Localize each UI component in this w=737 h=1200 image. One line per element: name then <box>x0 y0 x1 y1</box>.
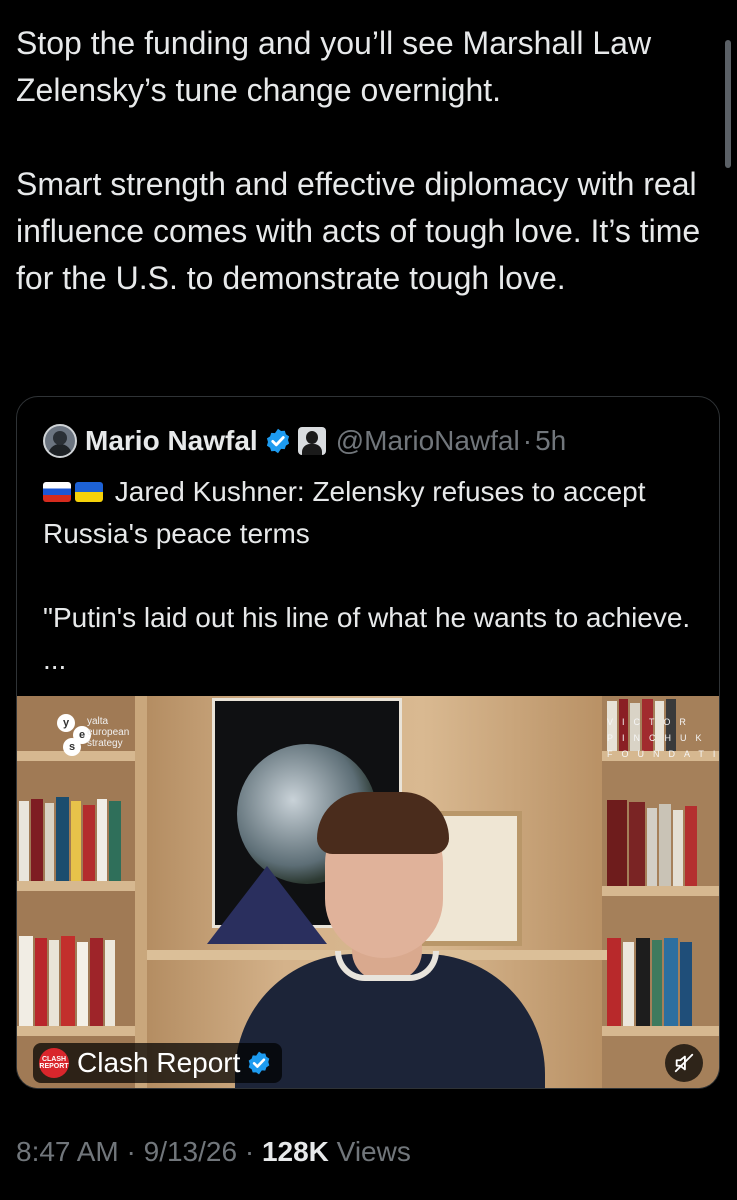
clash-report-logo-icon: CLASH REPORT <box>39 1048 69 1078</box>
views-count[interactable]: 128K <box>262 1136 329 1167</box>
shelf-board <box>17 1026 135 1036</box>
logo-caption: yalta european strategy <box>87 716 130 749</box>
folded-flag-case <box>207 866 327 944</box>
quoted-tweet-header: Mario Nawfal @MarioNawfal · 5h <box>43 421 566 461</box>
views-label: Views <box>336 1136 411 1167</box>
post-time[interactable]: 5h <box>535 425 566 457</box>
books <box>19 934 117 1026</box>
source-name: Clash Report <box>77 1047 241 1078</box>
author-name[interactable]: Mario Nawfal <box>85 425 258 457</box>
muted-speaker-icon <box>674 1053 694 1073</box>
verified-badge-icon <box>266 428 289 454</box>
quoted-tweet-body: Jared Kushner: Zelensky refuses to accep… <box>43 471 693 681</box>
russia-flag-icon <box>43 482 71 502</box>
person-hair <box>317 792 449 854</box>
source-badge[interactable]: CLASH REPORT Clash Report <box>33 1043 283 1083</box>
verified-badge-icon <box>249 1051 270 1075</box>
shelf-board <box>602 1026 719 1036</box>
backdrop-wordmark: VICTOR PINCHUK FOUNDATION <box>607 717 719 759</box>
quoted-line-1: Jared Kushner: Zelensky refuses to accep… <box>43 471 693 555</box>
tweet-paragraph-1: Stop the funding and you’ll see Marshall… <box>16 25 652 108</box>
books <box>607 796 699 886</box>
tweet-paragraph-2: Smart strength and effective diplomacy w… <box>16 166 701 296</box>
ukraine-flag-icon <box>75 482 103 502</box>
author-handle[interactable]: @MarioNawfal <box>336 425 520 457</box>
scrollbar-thumb[interactable] <box>725 40 731 168</box>
mute-button[interactable] <box>665 1044 703 1082</box>
affiliate-badge-icon <box>297 427 326 455</box>
separator-dot: · <box>522 425 533 456</box>
quoted-tweet-card[interactable]: Mario Nawfal @MarioNawfal · 5h Jared Kus… <box>16 396 720 1089</box>
shelf-board <box>17 881 135 891</box>
post-time[interactable]: 8:47 AM <box>16 1136 119 1167</box>
quoted-line-2: "Putin's laid out his line of what he wa… <box>43 602 691 675</box>
yes-logo: y e s yalta european strategy <box>35 712 145 756</box>
avatar[interactable] <box>43 424 77 458</box>
separator-dot: · <box>244 1136 255 1167</box>
tweet-meta: 8:47 AM · 9/13/26 · 128K Views <box>16 1136 411 1168</box>
books <box>607 936 694 1026</box>
separator-dot: · <box>126 1136 136 1167</box>
shelf-board <box>602 886 719 896</box>
books <box>19 796 123 881</box>
post-date[interactable]: 9/13/26 <box>144 1136 237 1167</box>
quoted-headline: Jared Kushner: Zelensky refuses to accep… <box>43 476 646 549</box>
tweet-text: Stop the funding and you’ll see Marshall… <box>16 20 706 302</box>
video-player[interactable]: y e s yalta european strategy VICTOR PIN… <box>17 696 719 1088</box>
